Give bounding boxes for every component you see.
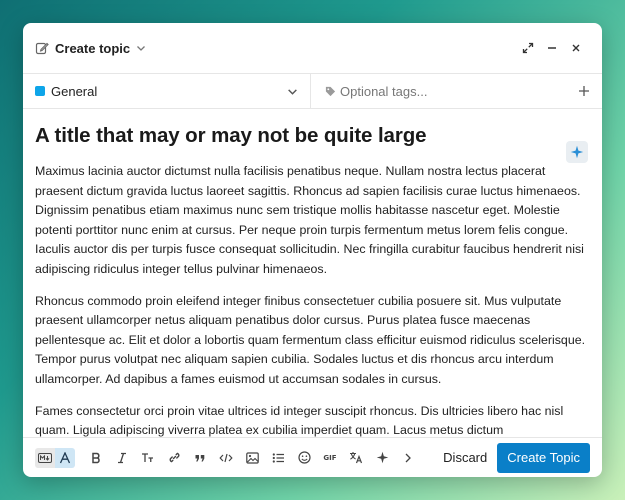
emoji-button[interactable] xyxy=(291,445,317,471)
bullet-list-button[interactable] xyxy=(265,445,291,471)
upload-image-button[interactable] xyxy=(239,445,265,471)
chevron-down-icon xyxy=(287,86,298,97)
quote-button[interactable] xyxy=(187,445,213,471)
discard-button[interactable]: Discard xyxy=(433,443,497,473)
code-button[interactable] xyxy=(213,445,239,471)
link-button[interactable] xyxy=(161,445,187,471)
composer-fields: General xyxy=(23,73,602,109)
close-button[interactable] xyxy=(564,36,588,60)
tag-icon xyxy=(325,86,336,97)
smile-icon xyxy=(297,451,311,464)
link-icon xyxy=(169,452,179,463)
ai-helper-button[interactable] xyxy=(566,141,588,163)
sparkle-icon xyxy=(570,145,584,159)
bold-icon xyxy=(92,452,100,463)
ai-sparkle-button[interactable] xyxy=(369,445,395,471)
editor-toolbar: GIF Discard Create Topic xyxy=(23,437,602,477)
image-icon xyxy=(245,451,259,464)
category-color-badge xyxy=(35,86,45,96)
list-icon xyxy=(272,452,284,463)
gif-icon: GIF xyxy=(323,453,337,462)
editor-mode-toggle[interactable] xyxy=(35,447,75,468)
code-icon xyxy=(219,453,233,462)
composer-header: Create topic xyxy=(23,23,602,73)
quote-icon xyxy=(195,454,205,461)
expand-icon xyxy=(522,42,534,54)
minimize-button[interactable] xyxy=(540,36,564,60)
composer-action-title[interactable]: Create topic xyxy=(55,41,130,56)
bold-button[interactable] xyxy=(83,445,109,471)
italic-button[interactable] xyxy=(109,445,135,471)
tag-chooser[interactable] xyxy=(311,74,602,108)
tags-input[interactable] xyxy=(340,83,578,99)
more-options-button[interactable] xyxy=(395,445,421,471)
editor-area[interactable]: A title that may or may not be quite lar… xyxy=(23,110,602,437)
category-chooser[interactable]: General xyxy=(23,74,311,108)
composer-modal: Create topic General Optional tags... A … xyxy=(23,23,602,477)
translate-icon xyxy=(350,452,363,464)
body-paragraph: Rhoncus commodo proin eleifend integer f… xyxy=(35,293,586,386)
markdown-mode-icon[interactable] xyxy=(35,447,55,468)
heading-button[interactable] xyxy=(135,445,161,471)
rich-text-mode-icon[interactable] xyxy=(55,447,75,468)
gif-button[interactable]: GIF xyxy=(317,445,343,471)
chevron-right-icon xyxy=(405,453,411,462)
fullscreen-button[interactable] xyxy=(516,36,540,60)
close-icon xyxy=(572,44,580,52)
minus-icon xyxy=(548,47,556,49)
translate-button[interactable] xyxy=(343,445,369,471)
sparkle-icon xyxy=(376,451,388,464)
body-paragraph: Maximus lacinia auctor dictumst nulla fa… xyxy=(35,164,584,276)
create-topic-button[interactable]: Create Topic xyxy=(497,442,590,473)
chevron-down-icon[interactable] xyxy=(136,43,146,53)
italic-icon xyxy=(118,452,126,463)
plus-icon[interactable] xyxy=(578,85,590,97)
topic-title[interactable]: A title that may or may not be quite lar… xyxy=(35,124,590,148)
category-name: General xyxy=(51,83,98,99)
pencil-square-icon xyxy=(35,41,49,55)
heading-icon xyxy=(142,452,153,462)
body-paragraph: Fames consectetur orci proin vitae ultri… xyxy=(35,403,564,437)
post-body[interactable]: Maximus lacinia auctor dictumst nulla fa… xyxy=(35,162,590,437)
